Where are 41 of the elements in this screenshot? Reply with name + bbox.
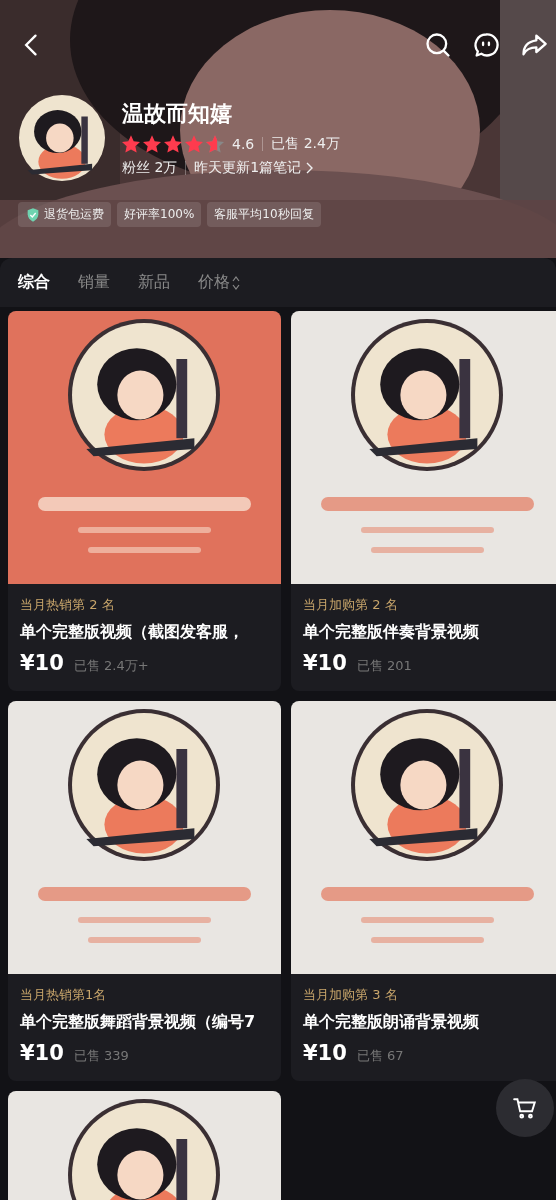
product-card[interactable]: 当月热销第1名 单个完整版舞蹈背景视频（编号7 ¥10 已售 339	[8, 701, 281, 1081]
product-card[interactable]: 当月加购第 2 名 单个完整版伴奏背景视频 ¥10 已售 201	[291, 311, 556, 691]
star-icon	[206, 135, 224, 153]
product-card[interactable]: 当月加购第 3 名 单个完整版朗诵背景视频 ¥10 已售 67	[291, 701, 556, 1081]
sold-count: 已售 339	[73, 1047, 129, 1065]
sold-count: 已售 2.4万+	[73, 657, 149, 675]
service-tag: 好评率100%	[117, 202, 202, 227]
cart-icon	[512, 1095, 538, 1121]
service-tag: 退货包运费	[18, 202, 111, 227]
service-tag: 客服平均10秒回复	[207, 202, 321, 227]
rank-label: 当月热销第 2 名	[20, 596, 116, 614]
shop-name: 温故而知嬉	[122, 100, 233, 128]
price: ¥10	[20, 651, 64, 675]
star-icon	[185, 135, 203, 153]
sold-count: 已售 201	[356, 657, 412, 675]
rank-label: 当月热销第1名	[20, 986, 108, 1004]
update-link[interactable]: 昨天更新1篇笔记	[194, 159, 302, 177]
rank-label: 当月加购第 2 名	[303, 596, 399, 614]
search-icon[interactable]	[424, 31, 452, 59]
chevron-right-icon[interactable]	[305, 162, 314, 174]
sort-tab[interactable]: 综合	[18, 272, 50, 293]
product-title: 单个完整版伴奏背景视频	[303, 622, 480, 643]
sort-tab[interactable]: 销量	[78, 272, 110, 293]
product-title: 单个完整版朗诵背景视频	[303, 1012, 480, 1033]
price: ¥10	[303, 1041, 347, 1065]
rating: 4.6	[232, 136, 255, 152]
star-icon	[143, 135, 161, 153]
product-card[interactable]: 当月热销第 2 名 单个完整版视频（截图发客服， ¥10 已售 2.4万+	[8, 311, 281, 691]
rank-label: 当月加购第 3 名	[303, 986, 399, 1004]
sort-tab[interactable]: 价格	[198, 272, 240, 293]
sold-count: 已售 2.4万	[271, 135, 340, 153]
fans-count: 粉丝 2万	[122, 159, 178, 177]
chat-icon[interactable]	[472, 31, 500, 59]
price: ¥10	[303, 651, 347, 675]
star-icon	[122, 135, 140, 153]
sold-count: 已售 67	[356, 1047, 404, 1065]
product-title: 单个完整版视频（截图发客服，	[20, 622, 245, 643]
star-icon	[164, 135, 182, 153]
product-title: 单个完整版舞蹈背景视频（编号7	[20, 1012, 257, 1033]
price: ¥10	[20, 1041, 64, 1065]
sort-tab[interactable]: 新品	[138, 272, 170, 293]
